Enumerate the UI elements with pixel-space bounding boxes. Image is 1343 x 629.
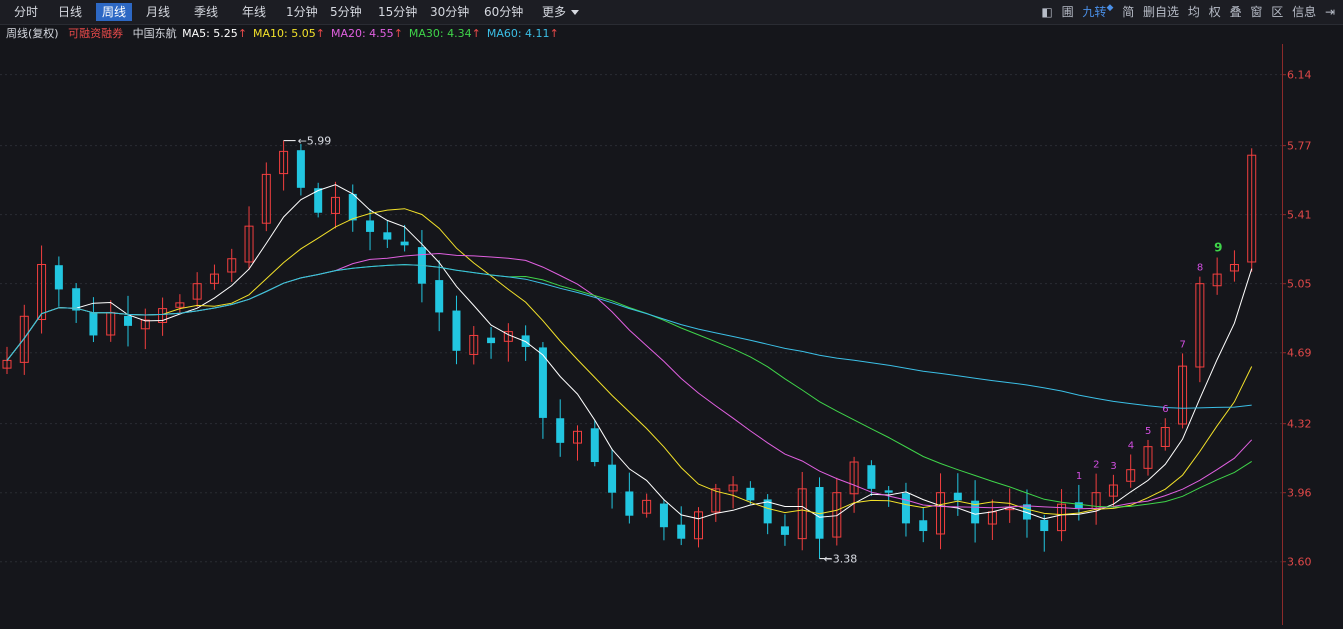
candle-body-down <box>953 492 962 501</box>
kline-chart[interactable]: 6.14 5.77 5.41 5.05 4.69 4.32 3.96 3.60 ←5.99 ←3.… <box>0 44 1343 625</box>
up-arrow-icon: ↑ <box>315 27 325 40</box>
tab-6[interactable]: 1分钟 <box>280 3 324 21</box>
price-tick-label: 5.77 <box>1287 140 1312 153</box>
ma-item-0: MA5: 5.25↑ <box>182 27 248 40</box>
active-dot-icon: ◆ <box>1106 3 1114 13</box>
candle-body-down <box>296 150 305 188</box>
candle-body-down <box>746 487 755 501</box>
indicator-info-bar: 周线(复权) 可融资融券 中国东航 MA5: 5.25↑ MA10: 5.05↑ M… <box>6 25 571 43</box>
panel-toggle-icon[interactable]: ◧ <box>1041 3 1052 21</box>
up-arrow-icon: ↑ <box>471 27 481 40</box>
candle-body-down <box>435 280 444 313</box>
tab-4[interactable]: 季线 <box>188 3 224 21</box>
candle-body-down <box>867 465 876 489</box>
ma-values: MA5: 5.25↑ MA10: 5.05↑ MA20: 4.55↑ MA30: 4.… <box>182 27 565 40</box>
stock-name: 中国东航 <box>132 27 177 40</box>
price-tick-label: 5.05 <box>1287 278 1312 291</box>
candle-body-down <box>919 520 928 532</box>
tab-3[interactable]: 月线 <box>140 3 176 21</box>
ma-item-3: MA30: 4.34↑ <box>408 27 481 40</box>
kline-svg[interactable]: 6.14 5.77 5.41 5.05 4.69 4.32 3.96 3.60 ←5.99 ←3.… <box>0 44 1343 625</box>
period-label: 周线(复权) <box>6 27 59 40</box>
candle-body-down <box>608 464 617 493</box>
candle-body-down <box>556 418 565 443</box>
price-tick-label: 5.41 <box>1287 209 1312 222</box>
zone-button[interactable]: 区 <box>1271 3 1283 21</box>
candle-body-down <box>124 315 133 326</box>
td-count-label: 4 <box>1128 440 1134 451</box>
candle-body-down <box>400 241 409 246</box>
candle-body-down <box>54 265 63 290</box>
info-button[interactable]: 信息 <box>1292 3 1316 21</box>
up-arrow-icon: ↑ <box>237 27 248 40</box>
candle-body-down <box>366 220 375 232</box>
draw-button[interactable]: 圃 <box>1062 3 1074 21</box>
up-arrow-icon: ↑ <box>393 27 403 40</box>
simple-button[interactable]: 简 <box>1122 3 1134 21</box>
candle-body-down <box>590 428 599 463</box>
candle-body-down <box>452 310 461 351</box>
plot-background <box>0 44 1343 625</box>
tab-11[interactable]: 更多 <box>536 3 585 21</box>
remove-self-select-button[interactable]: 删自选 <box>1143 3 1179 21</box>
candle-body-down <box>348 193 357 221</box>
tab-0[interactable]: 分时 <box>8 3 44 21</box>
low-price-label: ←3.38 <box>824 553 858 566</box>
price-tick-label: 3.60 <box>1287 556 1312 569</box>
candle-body-down <box>1040 519 1049 532</box>
td-count-label: 7 <box>1180 339 1186 350</box>
period-toolbar: 分时 日线 周线 月线 季线 年线 1分钟 5分钟 15分钟 30分钟 60分钟 更多 ◧ 圃 九转◆… <box>0 0 1343 25</box>
ma-item-2: MA20: 4.55↑ <box>330 27 403 40</box>
candle-body-down <box>659 503 668 528</box>
collapse-icon[interactable]: ⇥ <box>1325 3 1335 21</box>
tab-8[interactable]: 15分钟 <box>372 3 423 21</box>
price-tick-label: 4.32 <box>1287 418 1312 431</box>
candle-body-down <box>1074 502 1083 509</box>
candle-body-down <box>884 490 893 493</box>
candle-body-down <box>901 493 910 524</box>
td-count-label: 2 <box>1093 460 1099 471</box>
window-button[interactable]: 窗 <box>1250 3 1262 21</box>
td-count-label: 6 <box>1162 404 1168 415</box>
td-count-label: 1 <box>1076 471 1082 482</box>
candle-body-down <box>383 232 392 240</box>
candle-body-down <box>677 524 686 539</box>
up-arrow-icon: ↑ <box>549 27 559 40</box>
td-count-label: 8 <box>1197 263 1203 274</box>
right-toolbar: ◧ 圃 九转◆ 简 删自选 均 权 叠 窗 区 信息 ⇥ <box>1036 3 1335 21</box>
price-tick-label: 4.69 <box>1287 347 1312 360</box>
candle-body-down <box>487 337 496 344</box>
margin-trading-label[interactable]: 可融资融券 <box>68 27 123 40</box>
overlay-button[interactable]: 叠 <box>1230 3 1242 21</box>
chevron-down-icon <box>571 10 580 15</box>
tab-7[interactable]: 5分钟 <box>324 3 368 21</box>
nine-turn-button[interactable]: 九转 <box>1082 3 1106 21</box>
candle-body-down <box>89 312 98 336</box>
tab-9[interactable]: 30分钟 <box>424 3 475 21</box>
rights-button[interactable]: 权 <box>1209 3 1221 21</box>
tab-10[interactable]: 60分钟 <box>478 3 529 21</box>
price-tick-label: 3.96 <box>1287 487 1312 500</box>
td-count-label: 3 <box>1110 461 1116 472</box>
candle-body-down <box>780 526 789 535</box>
ma-item-4: MA60: 4.11↑ <box>486 27 559 40</box>
average-button[interactable]: 均 <box>1188 3 1200 21</box>
ma-item-1: MA10: 5.05↑ <box>253 27 325 40</box>
price-tick-label: 6.14 <box>1287 69 1312 82</box>
tab-5[interactable]: 年线 <box>236 3 272 21</box>
tab-1[interactable]: 日线 <box>52 3 88 21</box>
tab-2[interactable]: 周线 <box>96 3 133 21</box>
td-count-label: 9 <box>1214 240 1222 254</box>
high-price-label: ←5.99 <box>298 135 332 148</box>
td-count-label: 5 <box>1145 426 1151 437</box>
candle-body-down <box>625 491 634 516</box>
